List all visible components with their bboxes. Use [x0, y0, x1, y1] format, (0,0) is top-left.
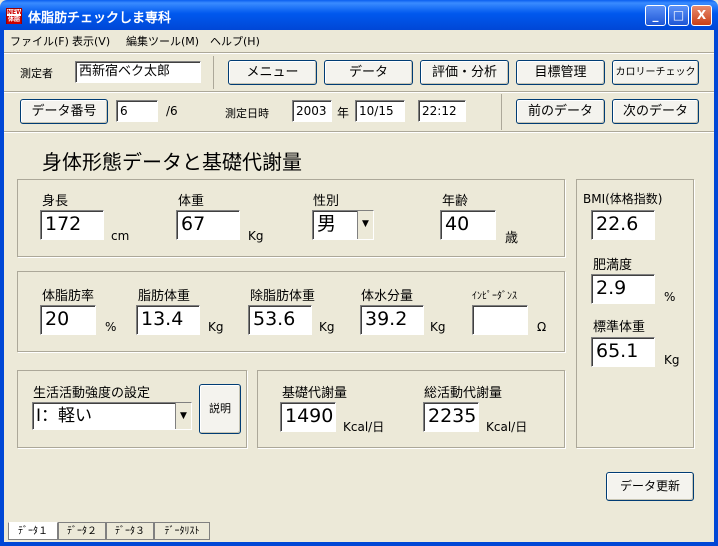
- chevron-down-icon[interactable]: ▼: [357, 211, 373, 239]
- menu-button[interactable]: メニュー: [228, 60, 317, 85]
- menu-help[interactable]: ヘルプ(H): [210, 33, 260, 49]
- height-field[interactable]: 172: [40, 210, 104, 240]
- obesity-label: 肥満度: [593, 258, 633, 273]
- record-total: /6: [166, 104, 178, 118]
- obesity-field[interactable]: 2.9: [591, 274, 655, 304]
- close-button[interactable]: X: [691, 5, 712, 26]
- lean-mass-field[interactable]: 53.6: [248, 305, 312, 335]
- activity-level-label: 生活活動強度の設定: [33, 386, 151, 401]
- calorie-check-button[interactable]: カロリーチェック: [612, 60, 699, 85]
- fat-rate-unit: %: [105, 320, 117, 334]
- divider: [4, 53, 714, 54]
- year-field[interactable]: 2003: [292, 100, 332, 122]
- age-label: 年齢: [442, 194, 469, 209]
- sex-value: 男: [317, 213, 337, 235]
- weight-label: 体重: [178, 194, 205, 209]
- record-number-field[interactable]: 6: [116, 100, 158, 122]
- data-number-button[interactable]: データ番号: [20, 99, 108, 124]
- impedance-unit: Ω: [537, 320, 547, 334]
- total-metabolism-unit: Kcal/日: [486, 420, 528, 434]
- total-metabolism-field[interactable]: 2235: [423, 402, 479, 432]
- app-icon[interactable]: NEW 体脂: [6, 8, 23, 24]
- menu-file[interactable]: ファイル(F): [10, 33, 69, 49]
- year-unit: 年: [337, 106, 350, 120]
- fat-mass-label: 脂肪体重: [138, 289, 191, 304]
- body-water-field[interactable]: 39.2: [360, 305, 424, 335]
- fat-rate-field[interactable]: 20: [40, 305, 96, 335]
- activity-level-select[interactable]: Ⅰ：軽い ▼: [32, 402, 192, 430]
- std-weight-label: 標準体重: [593, 320, 646, 335]
- divider: [213, 56, 214, 89]
- impedance-field[interactable]: [472, 305, 528, 335]
- sheet-tab-bar: ﾃﾞｰﾀ１ ﾃﾞｰﾀ２ ﾃﾞｰﾀ３ ﾃﾞｰﾀﾘｽﾄ: [4, 522, 714, 542]
- weight-unit: Kg: [248, 229, 264, 243]
- tab-data1[interactable]: ﾃﾞｰﾀ１: [8, 522, 58, 540]
- evaluation-analysis-button[interactable]: 評価・分析: [420, 60, 509, 85]
- basal-metabolism-field[interactable]: 1490: [280, 402, 336, 432]
- activity-level-value: Ⅰ：軽い: [36, 406, 93, 426]
- window-frame-left: [0, 30, 4, 546]
- data-update-button[interactable]: データ更新: [606, 472, 694, 501]
- app-icon-fat-label: 体脂: [7, 16, 21, 24]
- page-title: 身体形態データと基礎代謝量: [42, 150, 302, 174]
- lean-mass-label: 除脂肪体重: [250, 289, 316, 304]
- window-title: 体脂肪チェックしま専科: [28, 11, 172, 26]
- divider: [4, 132, 714, 133]
- divider: [501, 94, 502, 130]
- tab-data2[interactable]: ﾃﾞｰﾀ２: [58, 522, 106, 540]
- tab-data-list[interactable]: ﾃﾞｰﾀﾘｽﾄ: [154, 522, 210, 540]
- divider: [4, 92, 714, 93]
- explain-button[interactable]: 説明: [199, 384, 241, 434]
- person-label: 測定者: [20, 67, 53, 80]
- bmi-field[interactable]: 22.6: [591, 210, 655, 240]
- time-field[interactable]: 22:12: [418, 100, 466, 122]
- obesity-unit: %: [664, 290, 676, 304]
- height-unit: cm: [111, 229, 130, 243]
- app-icon-new-label: NEW: [7, 9, 23, 16]
- impedance-label: ｲﾝﾋﾟｰﾀﾞﾝｽ: [472, 291, 517, 302]
- height-label: 身長: [42, 194, 69, 209]
- window-frame-bottom: [0, 542, 718, 546]
- person-field[interactable]: 西新宿ベク太郎: [75, 61, 201, 83]
- body-water-label: 体水分量: [361, 289, 414, 304]
- weight-field[interactable]: 67: [176, 210, 240, 240]
- minimize-button[interactable]: _: [645, 5, 666, 26]
- prev-data-button[interactable]: 前のデータ: [516, 99, 605, 124]
- fat-mass-field[interactable]: 13.4: [136, 305, 200, 335]
- measure-date-label: 測定日時: [225, 107, 269, 120]
- next-data-button[interactable]: 次のデータ: [612, 99, 699, 124]
- fat-rate-label: 体脂肪率: [42, 289, 95, 304]
- lean-mass-unit: Kg: [319, 320, 335, 334]
- tab-data3[interactable]: ﾃﾞｰﾀ３: [106, 522, 154, 540]
- goal-management-button[interactable]: 目標管理: [516, 60, 605, 85]
- window-frame-right: [714, 30, 718, 546]
- menu-view[interactable]: 表示(V): [72, 33, 110, 49]
- sex-select[interactable]: 男 ▼: [312, 210, 374, 240]
- date-field[interactable]: 10/15: [355, 100, 405, 122]
- fat-mass-unit: Kg: [208, 320, 224, 334]
- basal-metabolism-unit: Kcal/日: [343, 420, 385, 434]
- sex-label: 性別: [313, 194, 340, 209]
- data-button[interactable]: データ: [324, 60, 413, 85]
- std-weight-unit: Kg: [664, 353, 680, 367]
- chevron-down-icon[interactable]: ▼: [175, 403, 191, 429]
- total-metabolism-label: 総活動代謝量: [424, 386, 503, 401]
- menu-edit-tools[interactable]: 編集ツール(M): [126, 33, 199, 49]
- bmi-label: BMI(体格指数): [583, 192, 663, 206]
- age-unit: 歳: [505, 231, 519, 246]
- basal-metabolism-label: 基礎代謝量: [282, 386, 348, 401]
- body-water-unit: Kg: [430, 320, 446, 334]
- std-weight-field[interactable]: 65.1: [591, 337, 655, 367]
- maximize-button[interactable]: □: [668, 5, 689, 26]
- age-field[interactable]: 40: [440, 210, 496, 240]
